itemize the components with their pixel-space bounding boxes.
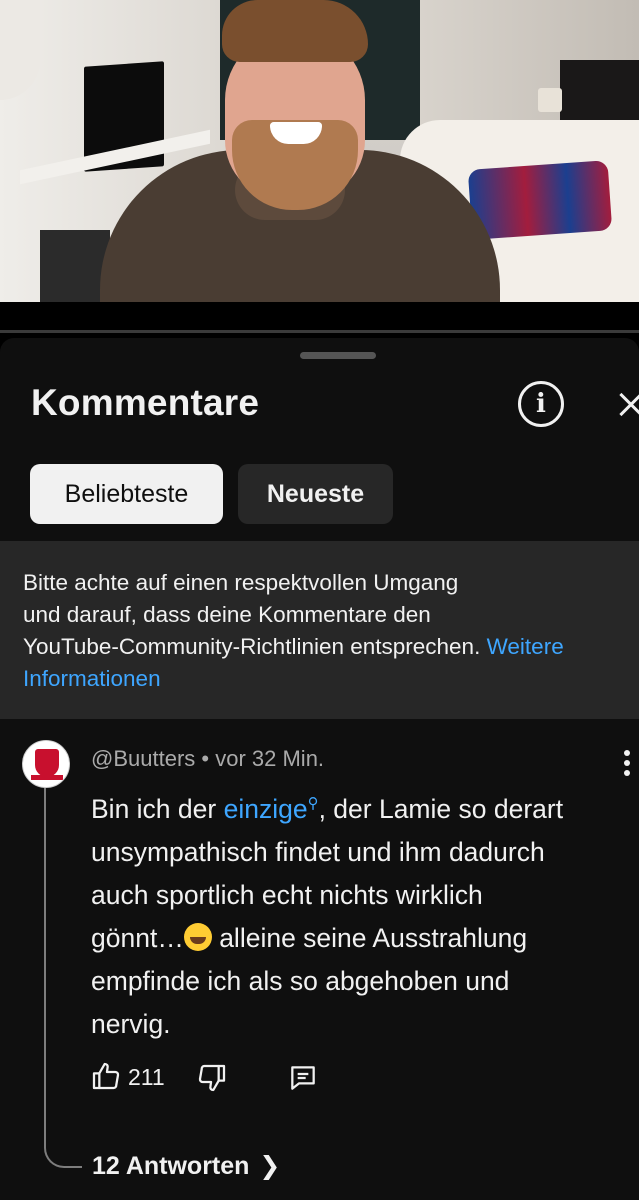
meta-separator: • [201, 746, 210, 771]
drag-handle[interactable] [300, 352, 376, 359]
comment-meta: @Buutters • vor 32 Min. [91, 746, 324, 772]
sort-chip-top[interactable]: Beliebteste [30, 464, 223, 524]
avatar[interactable] [22, 740, 70, 788]
reply-icon[interactable] [287, 1062, 319, 1094]
thread-connector [44, 782, 82, 1168]
like-count: 211 [128, 1064, 165, 1090]
comment-text: , der Lamie so derart [318, 793, 564, 824]
comment-text: Bin ich der [91, 793, 224, 824]
sweat-smile-emoji-icon [183, 922, 212, 951]
replies-button[interactable]: 12 Antworten ❯ [92, 1151, 280, 1181]
video-player[interactable] [0, 0, 639, 302]
more-info-link-cont[interactable]: Informationen [23, 663, 616, 695]
comment-time: vor 32 Min. [215, 746, 325, 771]
notice-text: YouTube-Community-Richtlinien entspreche… [23, 634, 481, 659]
sort-chip-newest[interactable]: Neueste [238, 464, 393, 524]
comment-body: Bin ich der einzige⚲, der Lamie so derar… [91, 782, 631, 1046]
panel-title: Kommentare [31, 382, 260, 423]
search-mini-icon: ⚲ [307, 795, 319, 812]
thumbs-up-icon[interactable] [90, 1060, 122, 1092]
more-info-link[interactable]: Weitere [487, 634, 564, 659]
crest-band [31, 775, 63, 780]
comment-text: empfinde ich als so abgehoben und [91, 965, 510, 996]
comment-text: auch sportlich echt nichts wirklich [91, 879, 483, 910]
info-icon: i [536, 389, 546, 419]
more-options-icon[interactable] [624, 750, 632, 780]
community-guidelines-notice: Bitte achte auf einen respektvollen Umga… [0, 541, 639, 719]
replies-label: 12 Antworten [92, 1152, 250, 1180]
video-jersey [467, 160, 613, 240]
notice-line: Bitte achte auf einen respektvollen Umga… [23, 570, 459, 595]
notice-line: YouTube-Community-Richtlinien entspreche… [23, 631, 616, 663]
comment-text: gönnt… [91, 922, 184, 953]
video-nightlamp [538, 88, 562, 112]
search-link-einzige[interactable]: einzige [224, 794, 308, 824]
notice-line: und darauf, dass deine Kommentare den [23, 602, 431, 627]
video-progress-bar[interactable] [0, 330, 639, 333]
chevron-right-icon: ❯ [259, 1152, 281, 1180]
comment-text: nervig. [91, 1008, 171, 1039]
comments-panel: Kommentare i Beliebteste Neueste Bitte a… [0, 338, 639, 1200]
club-crest-icon [35, 749, 59, 777]
comment-author[interactable]: @Buutters [91, 746, 195, 771]
info-button[interactable]: i [518, 381, 564, 427]
comment-text: unsympathisch findet und ihm dadurch [91, 836, 545, 867]
thumbs-down-icon[interactable] [196, 1062, 228, 1094]
close-icon[interactable] [610, 384, 639, 424]
video-person-hair [222, 0, 368, 62]
comment-text: alleine seine Ausstrahlung [211, 922, 528, 953]
